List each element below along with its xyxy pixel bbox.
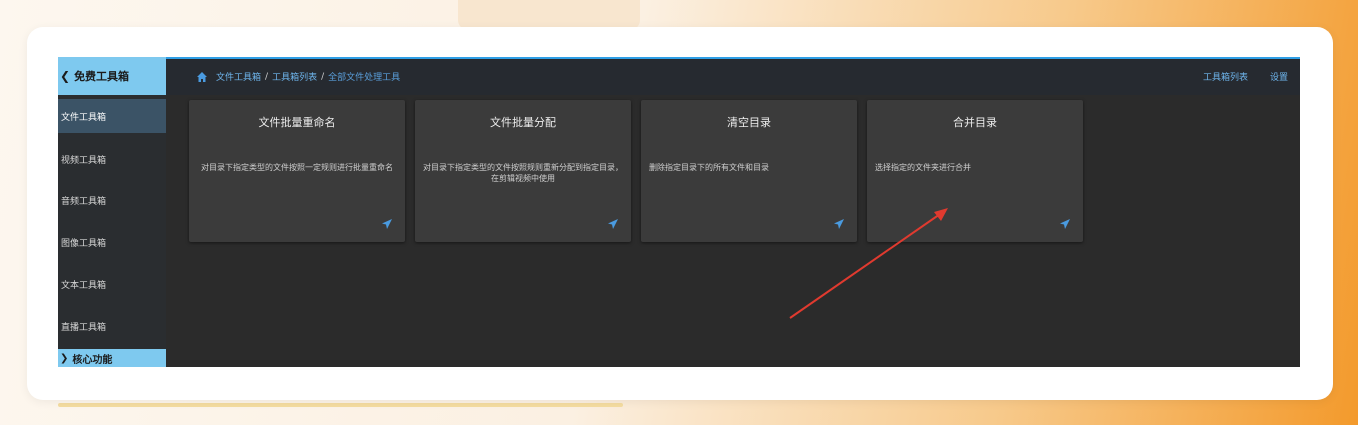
- home-icon[interactable]: [196, 71, 208, 83]
- tool-card-title: 文件批量分配: [490, 116, 556, 129]
- breadcrumb: 文件工具箱 / 工具箱列表 / 全部文件处理工具: [196, 70, 400, 83]
- tool-card-batch-distribute[interactable]: 文件批量分配 对目录下指定类型的文件按照规则重新分配到指定目录，在剪辑视频中使用: [415, 100, 631, 242]
- sidebar-item-label: 视频工具箱: [61, 155, 107, 166]
- sidebar-item-label: 文件工具箱: [61, 112, 107, 123]
- tool-card-description: 选择指定的文件夹进行合并: [875, 163, 971, 172]
- sidebar-item-label: 直播工具箱: [61, 322, 107, 333]
- tool-card-clear-directory[interactable]: 清空目录 删除指定目录下的所有文件和目录: [641, 100, 857, 242]
- sidebar-item-file-toolbox[interactable]: 文件工具箱: [58, 99, 166, 133]
- top-bar: 文件工具箱 / 工具箱列表 / 全部文件处理工具 工具箱列表 设置: [58, 57, 1300, 95]
- sidebar-item-label: 文本工具箱: [61, 280, 107, 291]
- send-icon[interactable]: [607, 218, 619, 230]
- sidebar-item-live-toolbox[interactable]: 直播工具箱: [58, 309, 166, 343]
- tool-card-title: 清空目录: [727, 116, 771, 129]
- collapse-arrow-icon[interactable]: ❮: [60, 69, 70, 83]
- sidebar-item-video-toolbox[interactable]: 视频工具箱: [58, 142, 166, 176]
- top-links: 工具箱列表 设置: [1203, 70, 1288, 83]
- send-icon[interactable]: [833, 218, 845, 230]
- sidebar-header-label: 免费工具箱: [74, 70, 130, 83]
- breadcrumb-separator: /: [321, 71, 325, 82]
- sidebar: ❮ 免费工具箱 文件工具箱 视频工具箱 音频工具箱 图像工具箱 文本工具箱 直播…: [58, 57, 166, 367]
- tool-card-batch-rename[interactable]: 文件批量重命名 对目录下指定类型的文件按照一定规则进行批量重命名: [189, 100, 405, 242]
- sidebar-item-label: 音频工具箱: [61, 196, 107, 207]
- sidebar-item-text-toolbox[interactable]: 文本工具箱: [58, 267, 166, 301]
- settings-link[interactable]: 设置: [1270, 70, 1288, 83]
- bottom-decor-line: [58, 403, 623, 407]
- tool-card-description: 对目录下指定类型的文件按照规则重新分配到指定目录，在剪辑视频中使用: [423, 163, 623, 183]
- breadcrumb-item-current: 全部文件处理工具: [328, 73, 401, 83]
- breadcrumb-item-file-toolbox[interactable]: 文件工具箱: [216, 70, 261, 83]
- sidebar-item-label: 图像工具箱: [61, 238, 107, 249]
- toolbox-list-link[interactable]: 工具箱列表: [1203, 70, 1248, 83]
- top-decor-tab: [458, 0, 640, 30]
- breadcrumb-separator: /: [265, 71, 269, 82]
- tool-card-title: 文件批量重命名: [258, 116, 336, 129]
- tool-card-description: 对目录下指定类型的文件按照一定规则进行批量重命名: [201, 163, 393, 172]
- send-icon[interactable]: [381, 218, 393, 230]
- sidebar-item-audio-toolbox[interactable]: 音频工具箱: [58, 183, 166, 217]
- sidebar-header[interactable]: ❮ 免费工具箱: [58, 57, 166, 95]
- app-window: 文件工具箱 / 工具箱列表 / 全部文件处理工具 工具箱列表 设置 ❮ 免费工具…: [58, 57, 1300, 367]
- send-icon[interactable]: [1059, 218, 1071, 230]
- breadcrumb-item-toolbox-list[interactable]: 工具箱列表: [272, 70, 317, 83]
- tool-card-title: 合并目录: [953, 116, 997, 129]
- section-arrow-icon: ❯: [60, 352, 69, 364]
- sidebar-bottom-label: 核心功能: [72, 354, 113, 366]
- sidebar-bottom-section[interactable]: ❯ 核心功能: [58, 349, 166, 367]
- tool-card-merge-directory[interactable]: 合并目录 选择指定的文件夹进行合并: [867, 100, 1083, 242]
- tool-card-description: 删除指定目录下的所有文件和目录: [649, 163, 769, 172]
- sidebar-item-image-toolbox[interactable]: 图像工具箱: [58, 225, 166, 259]
